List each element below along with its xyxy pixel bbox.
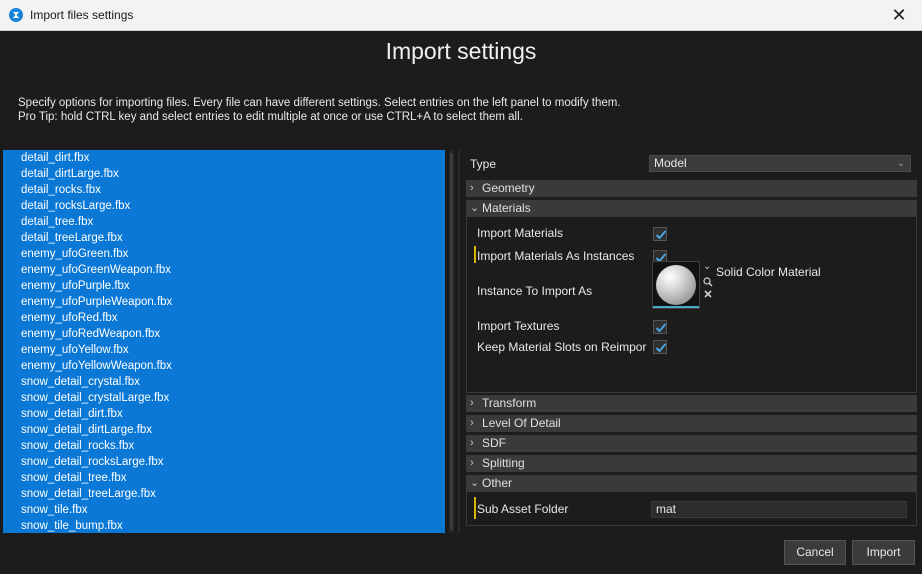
app-logo-icon	[9, 8, 23, 22]
group-other-label: Other	[482, 476, 513, 490]
window-titlebar: Import files settings ✕	[0, 0, 922, 31]
file-item[interactable]: detail_treeLarge.fbx	[3, 230, 445, 246]
file-item[interactable]: detail_rocksLarge.fbx	[3, 198, 445, 214]
chevron-right-icon: ›	[470, 437, 474, 449]
import-as-instances-label: Import Materials As Instances	[477, 249, 635, 263]
file-item[interactable]: enemy_ufoYellowWeapon.fbx	[3, 358, 445, 374]
chevron-down-icon: ⌄	[896, 158, 905, 169]
thumbnail-accent	[653, 306, 699, 308]
group-geometry[interactable]: › Geometry	[466, 180, 917, 197]
instance-value: Solid Color Material	[716, 265, 821, 279]
group-sdf[interactable]: › SDF	[466, 435, 917, 452]
properties-panel: Type Model ⌄ › Geometry ⌄ Materials Impo…	[464, 150, 918, 533]
keep-material-slots-label: Keep Material Slots on Reimpor	[477, 340, 647, 354]
file-item[interactable]: enemy_ufoRedWeapon.fbx	[3, 326, 445, 342]
file-item[interactable]: snow_tile_bump.fbx	[3, 518, 445, 533]
chevron-down-icon: ⌄	[470, 477, 480, 489]
file-item[interactable]: detail_dirt.fbx	[3, 150, 445, 166]
other-body: Sub Asset Folder mat	[466, 492, 917, 526]
type-dropdown[interactable]: Model ⌄	[649, 155, 911, 172]
type-value: Model	[654, 156, 687, 170]
group-level-of-detail[interactable]: › Level Of Detail	[466, 415, 917, 432]
modified-marker	[474, 246, 476, 263]
file-item[interactable]: enemy_ufoPurple.fbx	[3, 278, 445, 294]
dialog-content: Import settings Specify options for impo…	[1, 31, 921, 573]
group-transform[interactable]: › Transform	[466, 395, 917, 412]
group-splitting[interactable]: › Splitting	[466, 455, 917, 472]
sub-asset-folder-input[interactable]: mat	[651, 501, 907, 518]
group-lod-label: Level Of Detail	[482, 416, 561, 430]
group-transform-label: Transform	[482, 396, 537, 410]
file-item[interactable]: enemy_ufoYellow.fbx	[3, 342, 445, 358]
import-button[interactable]: Import	[852, 540, 915, 565]
file-list[interactable]: detail_dirt.fbx detail_dirtLarge.fbx det…	[3, 150, 445, 533]
group-sdf-label: SDF	[482, 436, 506, 450]
file-item[interactable]: snow_detail_rocks.fbx	[3, 438, 445, 454]
description-line-2: Pro Tip: hold CTRL key and select entrie…	[18, 111, 523, 123]
description: Specify options for importing files. Eve…	[18, 96, 621, 124]
page-title: Import settings	[385, 38, 537, 64]
group-splitting-label: Splitting	[482, 456, 525, 470]
group-materials-label: Materials	[482, 201, 531, 215]
file-list-scroll-thumb[interactable]	[450, 153, 453, 530]
file-item[interactable]: detail_dirtLarge.fbx	[3, 166, 445, 182]
description-line-1: Specify options for importing files. Eve…	[18, 97, 621, 109]
file-item[interactable]: snow_detail_crystalLarge.fbx	[3, 390, 445, 406]
chevron-down-icon: ⌄	[470, 202, 480, 214]
instance-to-import-as-label: Instance To Import As	[477, 284, 593, 298]
panel-splitter[interactable]	[458, 150, 460, 533]
modified-marker	[474, 497, 476, 519]
file-item[interactable]: detail_rocks.fbx	[3, 182, 445, 198]
type-row: Type Model ⌄	[464, 152, 918, 174]
material-sphere-preview	[656, 265, 696, 305]
sub-asset-folder-label: Sub Asset Folder	[477, 502, 569, 516]
close-icon: ✕	[891, 5, 907, 25]
file-item[interactable]: enemy_ufoPurpleWeapon.fbx	[3, 294, 445, 310]
search-icon[interactable]	[703, 277, 713, 287]
import-materials-label: Import Materials	[477, 226, 564, 240]
close-button[interactable]: ✕	[876, 0, 922, 31]
file-item[interactable]: snow_detail_dirtLarge.fbx	[3, 422, 445, 438]
type-label: Type	[470, 157, 497, 171]
file-item[interactable]: enemy_ufoGreen.fbx	[3, 246, 445, 262]
clear-icon[interactable]	[703, 289, 713, 299]
chevron-down-icon[interactable]: ⌄	[703, 261, 711, 272]
materials-body: Import Materials Import Materials As Ins…	[466, 217, 917, 393]
file-item[interactable]: snow_detail_dirt.fbx	[3, 406, 445, 422]
import-textures-label: Import Textures	[477, 319, 560, 333]
file-item[interactable]: enemy_ufoRed.fbx	[3, 310, 445, 326]
file-item[interactable]: detail_tree.fbx	[3, 214, 445, 230]
group-materials[interactable]: ⌄ Materials	[466, 200, 917, 217]
window-title: Import files settings	[30, 8, 134, 22]
import-textures-checkbox[interactable]	[653, 320, 667, 334]
chevron-right-icon: ›	[470, 457, 474, 469]
chevron-right-icon: ›	[470, 417, 474, 429]
file-item[interactable]: snow_detail_rocksLarge.fbx	[3, 454, 445, 470]
file-item[interactable]: snow_detail_treeLarge.fbx	[3, 486, 445, 502]
check-icon	[655, 323, 667, 333]
sub-asset-folder-value: mat	[656, 502, 677, 516]
file-item[interactable]: snow_tile.fbx	[3, 502, 445, 518]
keep-material-slots-checkbox[interactable]	[653, 340, 667, 354]
material-thumbnail[interactable]	[652, 261, 700, 309]
group-geometry-label: Geometry	[482, 181, 535, 195]
chevron-right-icon: ›	[470, 182, 474, 194]
check-icon	[655, 343, 667, 353]
cancel-button[interactable]: Cancel	[784, 540, 846, 565]
file-item[interactable]: snow_detail_tree.fbx	[3, 470, 445, 486]
file-item[interactable]: enemy_ufoGreenWeapon.fbx	[3, 262, 445, 278]
check-icon	[655, 230, 667, 240]
group-other[interactable]: ⌄ Other	[466, 475, 917, 492]
chevron-right-icon: ›	[470, 397, 474, 409]
import-materials-checkbox[interactable]	[653, 227, 667, 241]
file-item[interactable]: snow_detail_crystal.fbx	[3, 374, 445, 390]
